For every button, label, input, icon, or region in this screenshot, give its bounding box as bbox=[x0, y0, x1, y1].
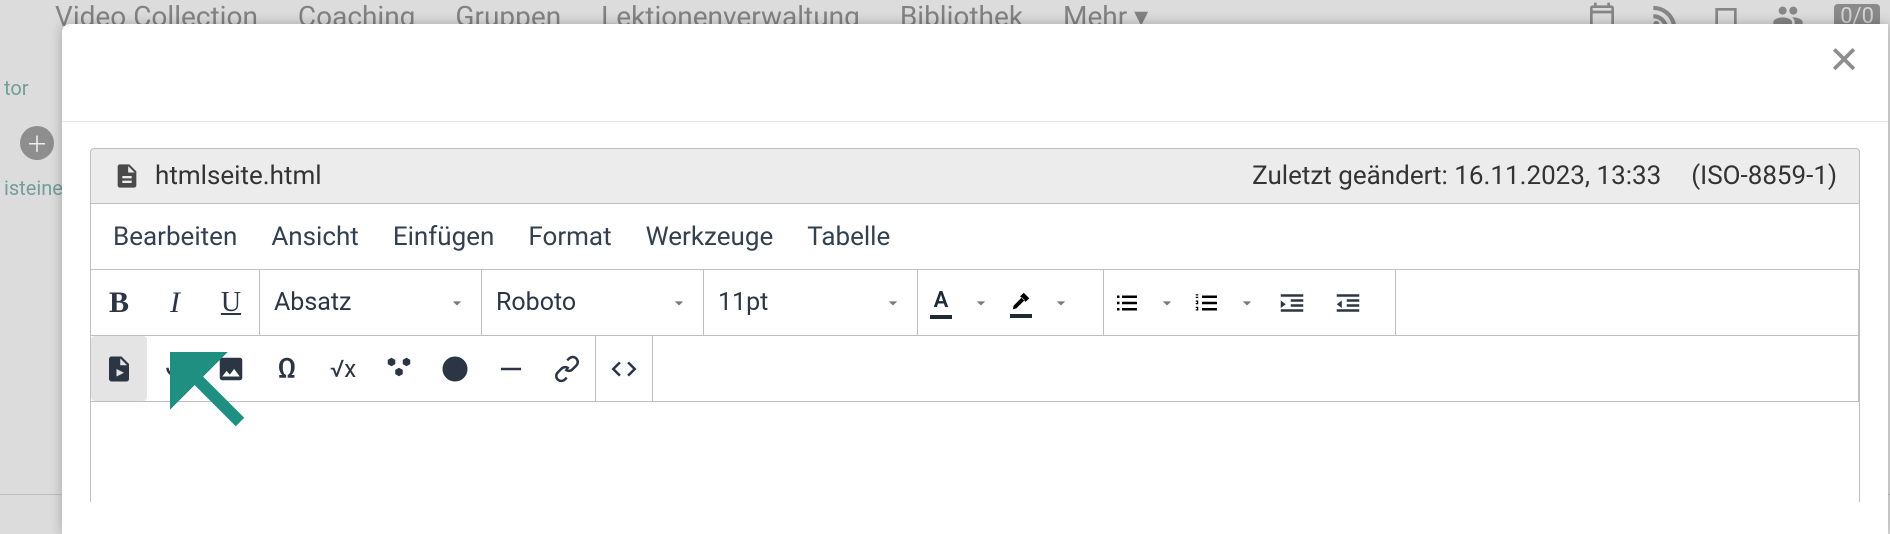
numbered-list-dropdown[interactable] bbox=[1230, 293, 1264, 313]
toolbar-group-spacer bbox=[1396, 270, 1859, 336]
outdent-button[interactable] bbox=[1320, 270, 1376, 335]
bg-nav-item: Gruppen bbox=[455, 0, 561, 22]
chevron-down-icon bbox=[447, 293, 467, 313]
math-icon: √x bbox=[330, 355, 356, 383]
text-color-swatch bbox=[930, 315, 952, 319]
bg-nav-item: Mehr ▾ bbox=[1063, 0, 1148, 22]
numbered-list-icon bbox=[1192, 288, 1222, 318]
text-color-dropdown[interactable] bbox=[964, 293, 998, 313]
toolbar-group-text-style: B I U bbox=[91, 270, 260, 336]
outdent-icon bbox=[1333, 288, 1363, 318]
file-info-bar: htmlseite.html Zuletzt geändert: 16.11.2… bbox=[90, 148, 1860, 204]
menu-edit[interactable]: Bearbeiten bbox=[113, 222, 237, 252]
link-icon bbox=[552, 354, 582, 384]
chevron-down-icon bbox=[883, 293, 903, 313]
bg-nav-item: Coaching bbox=[298, 0, 416, 22]
block-format-value: Absatz bbox=[274, 288, 351, 317]
editor-menubar: Bearbeiten Ansicht Einfügen Format Werkz… bbox=[90, 204, 1860, 270]
insert-video-file-button[interactable] bbox=[91, 336, 147, 401]
indent-button[interactable] bbox=[1264, 270, 1320, 335]
background-sidebar: tor ＋ isteine bbox=[0, 70, 65, 206]
text-color-button[interactable]: A bbox=[918, 288, 964, 317]
annotation-arrow-icon bbox=[170, 352, 270, 452]
bg-sidebar-label: tor bbox=[0, 70, 65, 106]
last-modified-label: Zuletzt geändert: 16.11.2023, 13:33 bbox=[1252, 161, 1661, 191]
font-size-select[interactable]: 11pt bbox=[704, 270, 917, 335]
file-name: htmlseite.html bbox=[155, 161, 1252, 191]
highlight-color-swatch bbox=[1010, 314, 1032, 318]
equation-button[interactable]: √x bbox=[315, 336, 371, 401]
code-icon bbox=[609, 354, 639, 384]
horizontal-rule-button[interactable] bbox=[483, 336, 539, 401]
menu-table[interactable]: Tabelle bbox=[807, 222, 890, 252]
hexagon-cluster-button[interactable] bbox=[371, 336, 427, 401]
chevron-down-icon bbox=[1051, 293, 1071, 313]
bullet-list-button[interactable] bbox=[1104, 288, 1150, 318]
italic-button[interactable]: I bbox=[147, 270, 203, 335]
font-size-value: 11pt bbox=[718, 288, 768, 317]
bullet-list-icon bbox=[1112, 288, 1142, 318]
menu-view[interactable]: Ansicht bbox=[271, 222, 359, 252]
source-code-button[interactable] bbox=[596, 336, 652, 401]
bg-nav-item: Video Collection bbox=[55, 0, 258, 22]
font-family-value: Roboto bbox=[496, 288, 576, 317]
toolbar-row-2: Ω √x bbox=[90, 336, 1860, 402]
smiley-icon bbox=[440, 354, 470, 384]
highlighter-icon bbox=[1010, 290, 1032, 312]
modal-header: ✕ bbox=[62, 24, 1888, 122]
bg-nav-item: Lektionenverwaltung bbox=[601, 0, 860, 22]
bullet-list-dropdown[interactable] bbox=[1150, 293, 1184, 313]
chevron-down-icon bbox=[971, 293, 991, 313]
video-file-icon bbox=[104, 354, 134, 384]
chevron-down-icon bbox=[1237, 293, 1257, 313]
chevron-down-icon bbox=[669, 293, 689, 313]
file-document-icon bbox=[113, 162, 141, 190]
font-family-select[interactable]: Roboto bbox=[482, 270, 703, 335]
editor-content-area[interactable] bbox=[90, 402, 1860, 502]
bg-sidebar-label: isteine bbox=[0, 170, 65, 206]
menu-insert[interactable]: Einfügen bbox=[393, 222, 495, 252]
insert-link-button[interactable] bbox=[539, 336, 595, 401]
toolbar-group-spacer bbox=[653, 336, 1859, 402]
underline-button[interactable]: U bbox=[203, 270, 259, 335]
indent-icon bbox=[1277, 288, 1307, 318]
encoding-label: (ISO-8859-1) bbox=[1691, 161, 1837, 191]
numbered-list-button[interactable] bbox=[1184, 288, 1230, 318]
modal-body: htmlseite.html Zuletzt geändert: 16.11.2… bbox=[62, 122, 1888, 534]
close-icon[interactable]: ✕ bbox=[1828, 42, 1860, 80]
bold-button[interactable]: B bbox=[91, 270, 147, 335]
highlight-color-dropdown[interactable] bbox=[1044, 293, 1078, 313]
bg-nav-item: Bibliothek bbox=[900, 0, 1023, 22]
menu-tools[interactable]: Werkzeuge bbox=[646, 222, 774, 252]
hexagon-cluster-icon bbox=[384, 354, 414, 384]
block-format-select[interactable]: Absatz bbox=[260, 270, 481, 335]
editor-modal: ✕ htmlseite.html Zuletzt geändert: 16.11… bbox=[62, 24, 1888, 534]
highlight-color-button[interactable] bbox=[998, 290, 1044, 316]
horizontal-line-icon bbox=[496, 354, 526, 384]
menu-format[interactable]: Format bbox=[528, 222, 611, 252]
toolbar-row-1: B I U Absatz Roboto 11pt bbox=[90, 270, 1860, 336]
emoji-button[interactable] bbox=[427, 336, 483, 401]
add-circle-icon: ＋ bbox=[20, 126, 54, 160]
omega-icon: Ω bbox=[278, 352, 297, 385]
chevron-down-icon bbox=[1157, 293, 1177, 313]
